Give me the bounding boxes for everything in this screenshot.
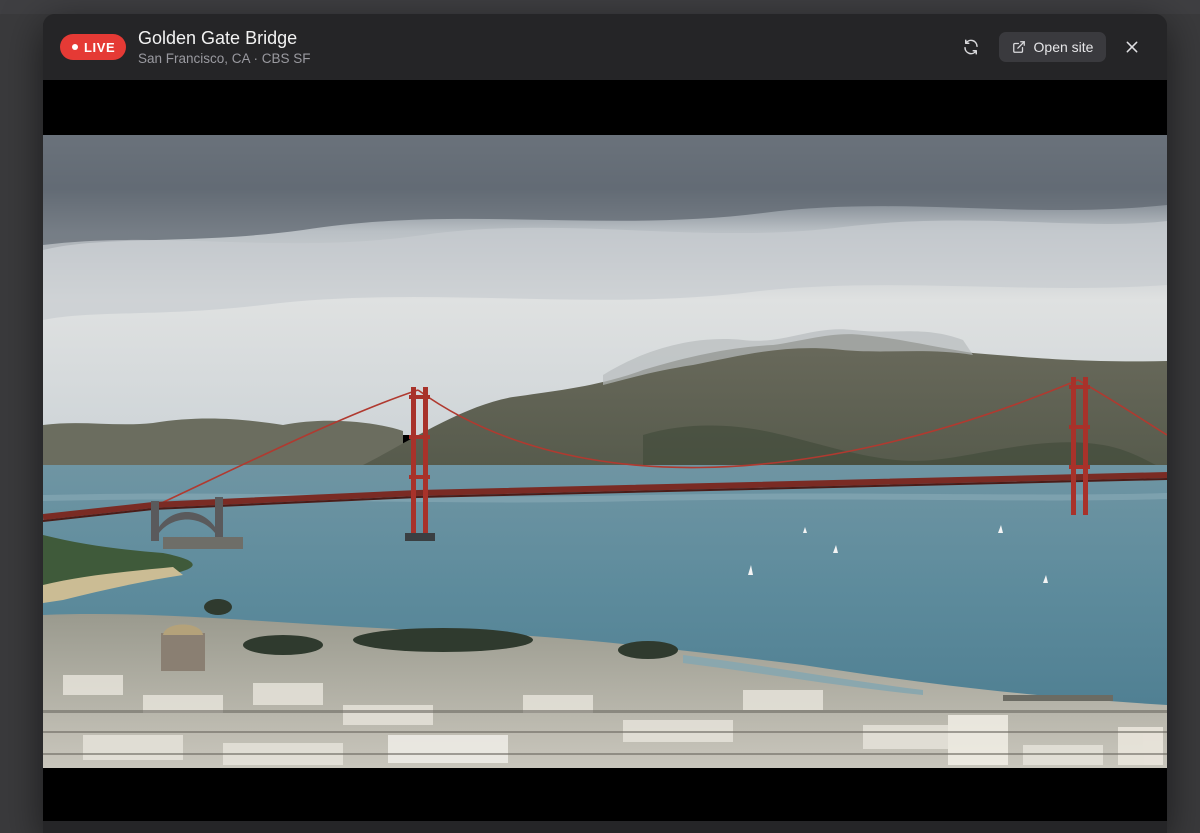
- golden-gate-scene: [43, 135, 1167, 768]
- stream-subtitle: San Francisco, CA · CBS SF: [138, 51, 311, 66]
- refresh-icon: [964, 39, 978, 55]
- backdrop-top-bar: [0, 0, 1200, 14]
- refresh-button[interactable]: [955, 31, 987, 63]
- modal-header: LIVE Golden Gate Bridge San Francisco, C…: [43, 14, 1167, 80]
- open-site-label: Open site: [1033, 39, 1094, 55]
- close-button[interactable]: [1116, 31, 1148, 63]
- live-dot-icon: [72, 44, 78, 50]
- modal-bottom-strip: [43, 821, 1167, 833]
- pier: [1003, 695, 1113, 701]
- stream-title: Golden Gate Bridge: [138, 28, 298, 48]
- live-badge: LIVE: [60, 34, 127, 60]
- left-headlands: [43, 418, 403, 470]
- live-badge-label: LIVE: [84, 39, 116, 55]
- close-icon: [1126, 41, 1138, 53]
- live-camera-modal: LIVE Golden Gate Bridge San Francisco, C…: [43, 14, 1167, 833]
- video-player[interactable]: [43, 80, 1167, 821]
- external-link-icon: [1012, 41, 1025, 53]
- open-site-button[interactable]: Open site: [999, 32, 1106, 62]
- palace-of-fine-arts: [161, 624, 205, 671]
- live-video-frame: [43, 135, 1167, 768]
